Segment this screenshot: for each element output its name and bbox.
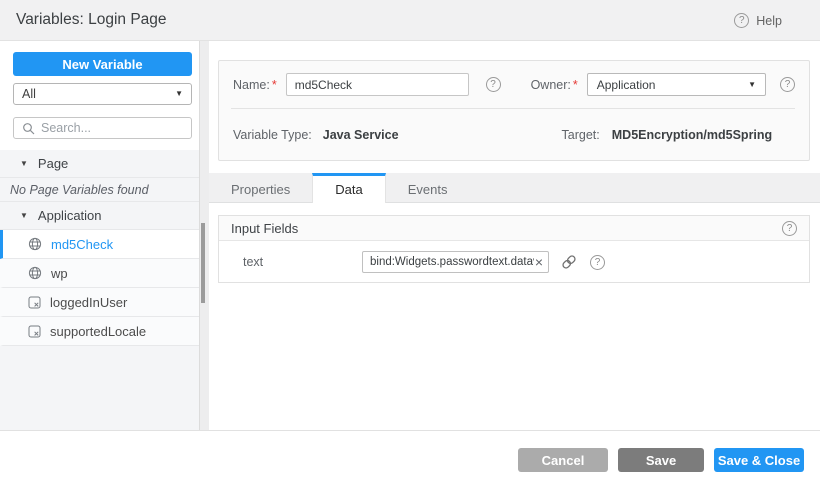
section-label: Application: [38, 208, 102, 223]
tree-item-loggedinuser[interactable]: loggedInUser: [0, 288, 199, 317]
tab-data[interactable]: Data: [312, 173, 385, 203]
field-name-label: text: [231, 255, 362, 269]
java-service-icon: [28, 266, 42, 280]
input-fields-help-icon[interactable]: ?: [782, 221, 797, 236]
bind-value-input[interactable]: [370, 256, 534, 268]
collapse-arrow-icon: ▼: [20, 160, 28, 168]
input-fields-panel: Input Fields ? text × ?: [218, 215, 810, 283]
tab-events[interactable]: Events: [386, 173, 470, 203]
target-label: Target:: [562, 128, 600, 142]
variable-detail-panel: Name: * ? Owner: * Application ▼ ? Varia…: [209, 41, 820, 430]
page-title: Variables: Login Page: [16, 0, 167, 40]
variables-tree: ▼ Page No Page Variables found ▼ Applica…: [0, 150, 199, 430]
search-icon: [22, 122, 35, 135]
dialog-footer: Cancel Save Save & Close: [0, 430, 820, 488]
new-variable-button[interactable]: New Variable: [13, 52, 192, 76]
tree-item-label: loggedInUser: [50, 295, 127, 310]
required-marker: *: [272, 78, 277, 92]
name-label: Name:: [233, 78, 270, 92]
java-service-icon: [28, 237, 42, 251]
input-fields-header: Input Fields ?: [219, 216, 809, 241]
clear-binding-icon[interactable]: ×: [534, 255, 544, 269]
tree-section-application[interactable]: ▼ Application: [0, 202, 199, 230]
variable-filter-select[interactable]: All ▼: [13, 83, 192, 105]
cancel-button[interactable]: Cancel: [518, 448, 608, 472]
filter-selected-value: All: [22, 87, 175, 101]
help-icon: ?: [734, 13, 749, 28]
tree-item-label: supportedLocale: [50, 324, 146, 339]
bind-link-icon[interactable]: [561, 254, 577, 270]
section-label: Page: [38, 156, 68, 171]
search-input[interactable]: [41, 121, 183, 135]
collapse-arrow-icon: ▼: [20, 212, 28, 220]
tree-item-supportedlocale[interactable]: supportedLocale: [0, 317, 199, 346]
model-variable-icon: [28, 325, 41, 338]
sidebar-scrollbar[interactable]: [200, 41, 209, 430]
tree-item-label: md5Check: [51, 237, 113, 252]
save-button[interactable]: Save: [618, 448, 704, 472]
name-field[interactable]: [286, 73, 469, 96]
tree-section-page[interactable]: ▼ Page: [0, 150, 199, 178]
scrollbar-thumb[interactable]: [201, 223, 205, 303]
tree-item-wp[interactable]: wp: [0, 259, 199, 288]
variable-type-value: Java Service: [323, 128, 399, 142]
owner-select[interactable]: Application ▼: [587, 73, 766, 96]
detail-tabbar: Properties Data Events: [209, 173, 820, 203]
page-empty-message: No Page Variables found: [0, 178, 199, 202]
caret-down-icon: ▼: [175, 90, 183, 98]
variable-search: [13, 117, 192, 139]
help-label: Help: [756, 14, 782, 28]
caret-down-icon: ▼: [748, 81, 756, 89]
tree-item-label: wp: [51, 266, 68, 281]
owner-label: Owner:: [531, 78, 571, 92]
input-field-row: text × ?: [219, 241, 809, 283]
owner-selected-value: Application: [597, 78, 748, 92]
tab-properties[interactable]: Properties: [209, 173, 312, 203]
variable-summary-panel: Name: * ? Owner: * Application ▼ ? Varia…: [218, 60, 810, 161]
save-and-close-button[interactable]: Save & Close: [714, 448, 804, 472]
name-help-icon[interactable]: ?: [486, 77, 501, 92]
dialog-header: Variables: Login Page ? Help: [0, 0, 820, 41]
input-fields-title: Input Fields: [231, 221, 782, 236]
variables-dialog: Variables: Login Page ? Help New Variabl…: [0, 0, 820, 488]
target-value: MD5Encryption/md5Spring: [612, 128, 772, 142]
variable-type-label: Variable Type:: [233, 128, 312, 142]
tree-item-md5check[interactable]: md5Check: [0, 230, 199, 259]
required-marker: *: [573, 78, 578, 92]
owner-help-icon[interactable]: ?: [780, 77, 795, 92]
variables-sidebar: New Variable All ▼ ▼ Page No Page Variab…: [0, 41, 200, 430]
model-variable-icon: [28, 296, 41, 309]
field-help-icon[interactable]: ?: [590, 255, 605, 270]
help-button[interactable]: ? Help: [734, 12, 782, 29]
bind-value-field: ×: [362, 251, 549, 273]
